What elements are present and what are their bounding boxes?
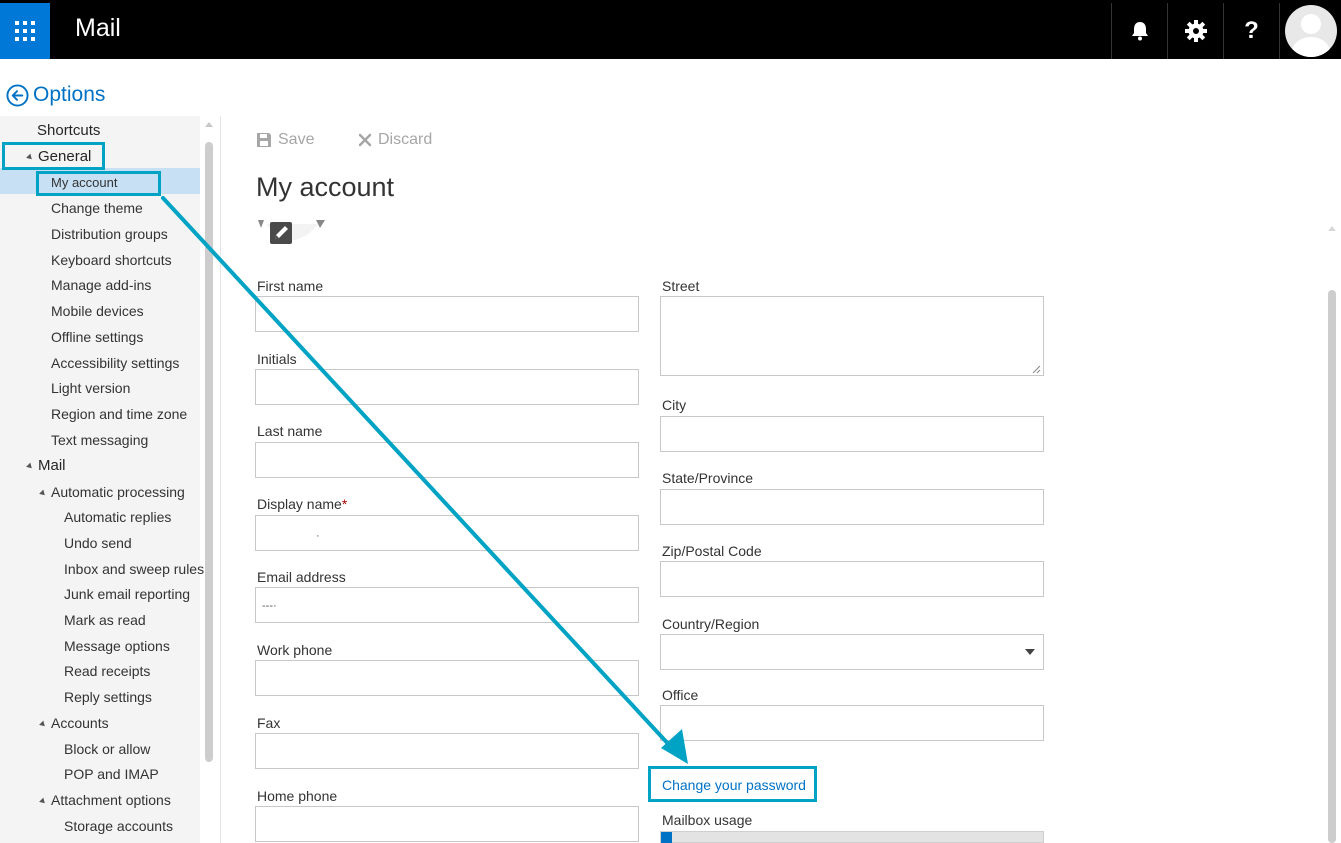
office-label: Office	[662, 687, 699, 703]
mailbox-usage-bar	[660, 831, 1044, 843]
last-name-input[interactable]	[255, 442, 639, 478]
work-phone-input[interactable]	[255, 660, 639, 696]
email-value: ---·	[262, 600, 277, 612]
expanded-triangle-icon	[39, 797, 47, 806]
nav-item-keyboard-shortcuts[interactable]: Keyboard shortcuts	[51, 252, 172, 268]
work-phone-label: Work phone	[257, 642, 333, 658]
highlight-change-password	[648, 766, 817, 802]
city-input[interactable]	[660, 416, 1044, 452]
nav-item-automatic-replies[interactable]: Automatic replies	[64, 509, 171, 525]
nav-item-accessibility-settings[interactable]: Accessibility settings	[51, 355, 179, 371]
nav-item-mobile-devices[interactable]: Mobile devices	[51, 303, 144, 319]
help-icon: ?	[1244, 17, 1259, 44]
city-label: City	[662, 397, 687, 413]
fax-label: Fax	[257, 715, 281, 731]
country-select[interactable]	[660, 634, 1044, 670]
nav-item-block-or-allow[interactable]: Block or allow	[64, 741, 150, 757]
highlight-general	[2, 142, 105, 170]
zip-label: Zip/Postal Code	[662, 543, 762, 559]
office-input[interactable]	[660, 705, 1044, 741]
expanded-triangle-icon	[39, 720, 47, 729]
nav-item-offline-settings[interactable]: Offline settings	[51, 329, 143, 345]
initials-label: Initials	[257, 351, 297, 367]
email-input[interactable]: ---·	[255, 587, 639, 623]
home-phone-input[interactable]	[255, 806, 639, 842]
display-name-label: Display name*	[257, 496, 348, 512]
country-label: Country/Region	[662, 616, 760, 632]
mailbox-usage-fill	[661, 832, 672, 843]
nav-item-light-version[interactable]: Light version	[51, 380, 130, 396]
nav-item-message-options[interactable]: Message options	[64, 638, 170, 654]
help-button[interactable]: ?	[1223, 3, 1279, 59]
account-manager-button[interactable]	[1279, 3, 1341, 59]
display-name-input[interactable]: ·	[255, 515, 639, 551]
nav-item-inbox-sweep-rules[interactable]: Inbox and sweep rules	[64, 561, 204, 577]
nav-item-accounts[interactable]: Accounts	[39, 715, 109, 731]
expanded-triangle-icon	[39, 489, 47, 498]
app-launcher-icon	[15, 21, 35, 41]
display-name-value: ·	[316, 530, 320, 542]
resize-grip-icon[interactable]	[1031, 364, 1041, 374]
nav-item-automatic-processing[interactable]: Automatic processing	[39, 484, 185, 500]
nav-item-junk-email-reporting[interactable]: Junk email reporting	[64, 586, 190, 602]
main-scrollbar[interactable]	[1328, 290, 1336, 843]
nav-item-shortcuts[interactable]: Shortcuts	[37, 122, 100, 139]
initials-input[interactable]	[255, 369, 639, 405]
save-icon	[257, 133, 271, 147]
first-name-label: First name	[257, 278, 324, 294]
nav-item-manage-add-ins[interactable]: Manage add-ins	[51, 277, 151, 293]
zip-input[interactable]	[660, 561, 1044, 597]
chevron-down-icon	[1025, 649, 1035, 655]
back-arrow-icon	[6, 83, 29, 107]
nav-item-reply-settings[interactable]: Reply settings	[64, 689, 152, 705]
mailbox-usage-label: Mailbox usage	[662, 812, 753, 828]
discard-button[interactable]: Discard	[358, 131, 432, 149]
pencil-icon	[258, 220, 325, 244]
nav-item-attachment-options[interactable]: Attachment options	[39, 792, 171, 808]
main-scroll-up-arrow[interactable]	[1328, 226, 1336, 231]
highlight-my-account	[36, 171, 161, 196]
nav-item-region-time-zone[interactable]: Region and time zone	[51, 406, 187, 422]
settings-button[interactable]	[1167, 3, 1223, 59]
nav-item-mail[interactable]: Mail	[26, 457, 66, 474]
last-name-label: Last name	[257, 423, 323, 439]
nav-scrollbar[interactable]	[205, 142, 213, 762]
home-phone-label: Home phone	[257, 788, 338, 804]
page-title: My account	[256, 172, 395, 202]
avatar	[1284, 5, 1337, 57]
gear-icon	[1184, 20, 1207, 42]
nav-scroll-up-arrow[interactable]	[205, 122, 213, 127]
required-mark: *	[341, 496, 348, 512]
first-name-input[interactable]	[255, 296, 639, 332]
photo-edit-button[interactable]	[258, 218, 326, 246]
nav-item-distribution-groups[interactable]: Distribution groups	[51, 226, 168, 242]
nav-item-storage-accounts[interactable]: Storage accounts	[64, 818, 173, 834]
bell-icon	[1131, 22, 1148, 41]
nav-item-text-messaging[interactable]: Text messaging	[51, 432, 148, 448]
fax-input[interactable]	[255, 733, 639, 769]
nav-item-undo-send[interactable]: Undo send	[64, 535, 132, 551]
top-bar: Mail ?	[0, 0, 1341, 59]
nav-item-change-theme[interactable]: Change theme	[51, 200, 143, 216]
nav-item-read-receipts[interactable]: Read receipts	[64, 663, 150, 679]
nav-item-pop-imap[interactable]: POP and IMAP	[64, 766, 159, 782]
nav-divider	[220, 116, 221, 843]
street-textarea[interactable]	[660, 296, 1044, 376]
state-label: State/Province	[662, 470, 754, 486]
options-back-button[interactable]: Options	[6, 83, 105, 107]
state-input[interactable]	[660, 489, 1044, 525]
email-label: Email address	[257, 569, 346, 585]
close-icon	[358, 133, 372, 147]
app-launcher-button[interactable]	[0, 3, 50, 59]
nav-item-mark-as-read[interactable]: Mark as read	[64, 612, 146, 628]
options-label: Options	[33, 83, 106, 106]
expanded-triangle-icon	[26, 462, 34, 470]
save-button[interactable]: Save	[256, 131, 314, 149]
app-title: Mail	[75, 14, 121, 42]
street-label: Street	[662, 278, 700, 294]
notifications-button[interactable]	[1111, 3, 1167, 59]
